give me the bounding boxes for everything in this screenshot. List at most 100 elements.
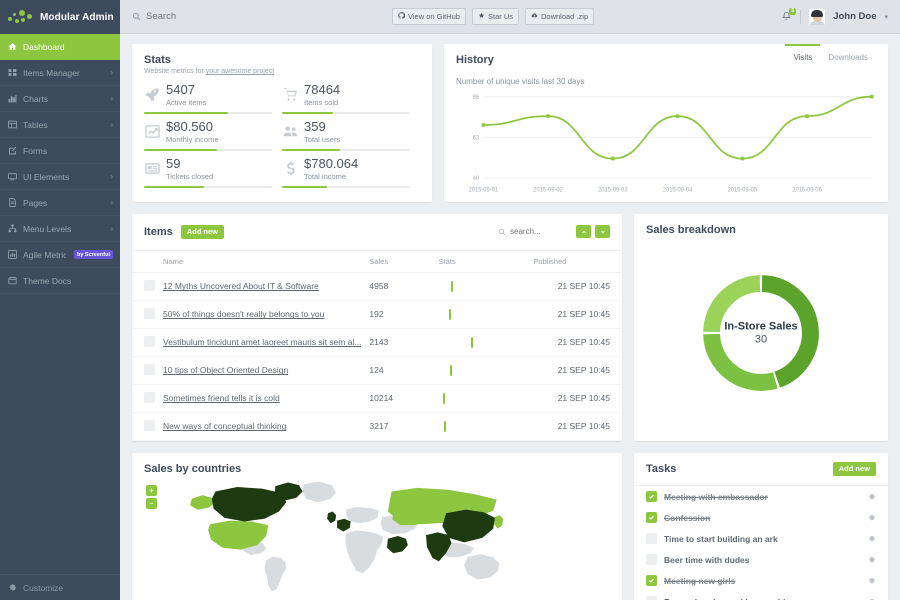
col-published[interactable]: Published bbox=[529, 250, 622, 272]
sales-breakdown-donut: In-Store Sales 30 bbox=[646, 236, 876, 431]
sidebar-item-forms[interactable]: Forms bbox=[0, 138, 120, 164]
gear-icon[interactable] bbox=[867, 492, 876, 501]
item-link[interactable]: Vestibulum tincidunt amet laoreet mauris… bbox=[163, 337, 361, 347]
tasks-add-new-button[interactable]: Add new bbox=[833, 462, 876, 477]
sidebar-item-agile-metrics[interactable]: Agile Metricsby Screenful bbox=[0, 242, 120, 268]
sidebar-item-ui-elements[interactable]: UI Elements› bbox=[0, 164, 120, 190]
star-us-label: Star Us bbox=[488, 13, 513, 21]
table-row[interactable]: Sometimes friend tells it is cold1021421… bbox=[132, 384, 622, 412]
gear-icon[interactable] bbox=[867, 513, 876, 522]
row-name-cell: 50% of things doesn't really belongs to … bbox=[159, 300, 365, 328]
brand[interactable]: Modular Admin bbox=[0, 0, 120, 34]
row-published: 21 SEP 10:45 bbox=[529, 384, 622, 412]
item-link[interactable]: New ways of conceptual thinking bbox=[163, 421, 361, 431]
stat-label: Tickets closed bbox=[166, 172, 213, 181]
global-search[interactable] bbox=[132, 8, 382, 26]
task-label: Beer time with dudes bbox=[664, 555, 750, 565]
download-icon bbox=[531, 12, 538, 21]
sidebar-item-pages[interactable]: Pages› bbox=[0, 190, 120, 216]
item-link[interactable]: 12 Myths Uncovered About IT & Software bbox=[163, 281, 361, 291]
world-map[interactable] bbox=[144, 477, 610, 595]
task-checkbox[interactable] bbox=[646, 575, 657, 586]
row-checkbox[interactable] bbox=[144, 280, 155, 291]
row-checkbox-cell bbox=[132, 412, 159, 440]
task-checkbox[interactable] bbox=[646, 596, 657, 600]
item-link[interactable]: 10 tips of Object Oriented Design bbox=[163, 365, 361, 375]
item-link[interactable]: 50% of things doesn't really belongs to … bbox=[163, 309, 361, 319]
map-zoom-in-button[interactable]: + bbox=[146, 485, 157, 496]
map-zoom-out-button[interactable]: − bbox=[146, 498, 157, 509]
sitemap-icon bbox=[7, 224, 17, 234]
avatar[interactable] bbox=[809, 9, 825, 25]
col-sales[interactable]: Sales bbox=[365, 250, 434, 272]
task-item[interactable]: Remember damned home address bbox=[634, 591, 888, 600]
sidebar-item-tables[interactable]: Tables› bbox=[0, 112, 120, 138]
sidebar-item-customize[interactable]: Customize bbox=[0, 574, 120, 600]
stats-card: Stats Website metrics for your awesome p… bbox=[132, 44, 432, 202]
row-name-cell: 12 Myths Uncovered About IT & Software bbox=[159, 272, 365, 300]
stat-progress-bar bbox=[144, 149, 272, 151]
row-checkbox[interactable] bbox=[144, 336, 155, 347]
download-zip-label: Download .zip bbox=[541, 13, 588, 21]
tab-visits[interactable]: Visits bbox=[785, 44, 820, 69]
user-name[interactable]: John Doe bbox=[833, 11, 876, 22]
items-add-new-button[interactable]: Add new bbox=[181, 225, 224, 240]
notifications-button[interactable]: 5 bbox=[781, 11, 792, 22]
stat-progress-bar bbox=[282, 112, 410, 114]
table-row[interactable]: New ways of conceptual thinking321721 SE… bbox=[132, 412, 622, 440]
task-checkbox[interactable] bbox=[646, 554, 657, 565]
row-checkbox-cell bbox=[132, 356, 159, 384]
svg-text:2015-09-03: 2015-09-03 bbox=[598, 187, 628, 193]
task-item[interactable]: Confession bbox=[634, 507, 888, 528]
table-row[interactable]: 12 Myths Uncovered About IT & Software49… bbox=[132, 272, 622, 300]
sidebar-item-label: Agile Metrics bbox=[23, 250, 66, 260]
star-us-button[interactable]: Star Us bbox=[472, 8, 519, 25]
dots-cluster-logo-icon bbox=[8, 9, 34, 25]
gear-icon[interactable] bbox=[867, 534, 876, 543]
row-checkbox[interactable] bbox=[144, 392, 155, 403]
sidebar-nav: DashboardItems Manager›Charts›Tables›For… bbox=[0, 34, 120, 294]
sidebar-item-charts[interactable]: Charts› bbox=[0, 86, 120, 112]
task-item[interactable]: Beer time with dudes bbox=[634, 549, 888, 570]
sidebar-item-dashboard[interactable]: Dashboard bbox=[0, 34, 120, 60]
sort-asc-button[interactable] bbox=[576, 225, 591, 238]
bar-chart-icon bbox=[7, 94, 17, 104]
map-zoom-controls: + − bbox=[146, 485, 157, 509]
items-title: Items bbox=[144, 226, 173, 238]
task-checkbox[interactable] bbox=[646, 533, 657, 544]
item-link[interactable]: Sometimes friend tells it is cold bbox=[163, 393, 361, 403]
items-search bbox=[498, 223, 610, 241]
sidebar-item-theme-docs[interactable]: Theme Docs bbox=[0, 268, 120, 294]
row-checkbox[interactable] bbox=[144, 364, 155, 375]
stats-subtitle-link[interactable]: your awesome project bbox=[206, 68, 274, 75]
col-name[interactable]: Name bbox=[159, 250, 365, 272]
row-checkbox[interactable] bbox=[144, 308, 155, 319]
row-checkbox[interactable] bbox=[144, 420, 155, 431]
table-row[interactable]: 50% of things doesn't really belongs to … bbox=[132, 300, 622, 328]
tasks-card: Tasks Add new Meeting with embassadorCon… bbox=[634, 453, 888, 600]
download-zip-button[interactable]: Download .zip bbox=[525, 8, 594, 25]
view-on-github-button[interactable]: View on GitHub bbox=[392, 8, 466, 25]
row-name-cell: Vestibulum tincidunt amet laoreet mauris… bbox=[159, 328, 365, 356]
task-checkbox[interactable] bbox=[646, 512, 657, 523]
task-checkbox[interactable] bbox=[646, 491, 657, 502]
gear-icon[interactable] bbox=[867, 555, 876, 564]
svg-text:2015-09-01: 2015-09-01 bbox=[469, 187, 499, 193]
history-subtitle: Number of unique visits last 30 days bbox=[444, 69, 888, 86]
task-item[interactable]: Meeting new girls bbox=[634, 570, 888, 591]
task-item[interactable]: Meeting with embassador bbox=[634, 486, 888, 507]
gear-icon[interactable] bbox=[867, 576, 876, 585]
stat-value: 359 bbox=[304, 120, 340, 135]
col-stats[interactable]: Stats bbox=[435, 250, 530, 272]
tab-downloads[interactable]: Downloads bbox=[820, 44, 876, 69]
page-icon bbox=[7, 198, 17, 208]
search-input[interactable] bbox=[146, 11, 382, 22]
table-row[interactable]: Vestibulum tincidunt amet laoreet mauris… bbox=[132, 328, 622, 356]
sidebar-item-items-manager[interactable]: Items Manager› bbox=[0, 60, 120, 86]
sidebar-item-menu-levels[interactable]: Menu Levels› bbox=[0, 216, 120, 242]
sort-desc-button[interactable] bbox=[595, 225, 610, 238]
items-search-input[interactable] bbox=[510, 227, 572, 236]
table-row[interactable]: 10 tips of Object Oriented Design12421 S… bbox=[132, 356, 622, 384]
task-item[interactable]: Time to start building an ark bbox=[634, 528, 888, 549]
chevron-down-icon[interactable]: ▾ bbox=[884, 13, 888, 21]
